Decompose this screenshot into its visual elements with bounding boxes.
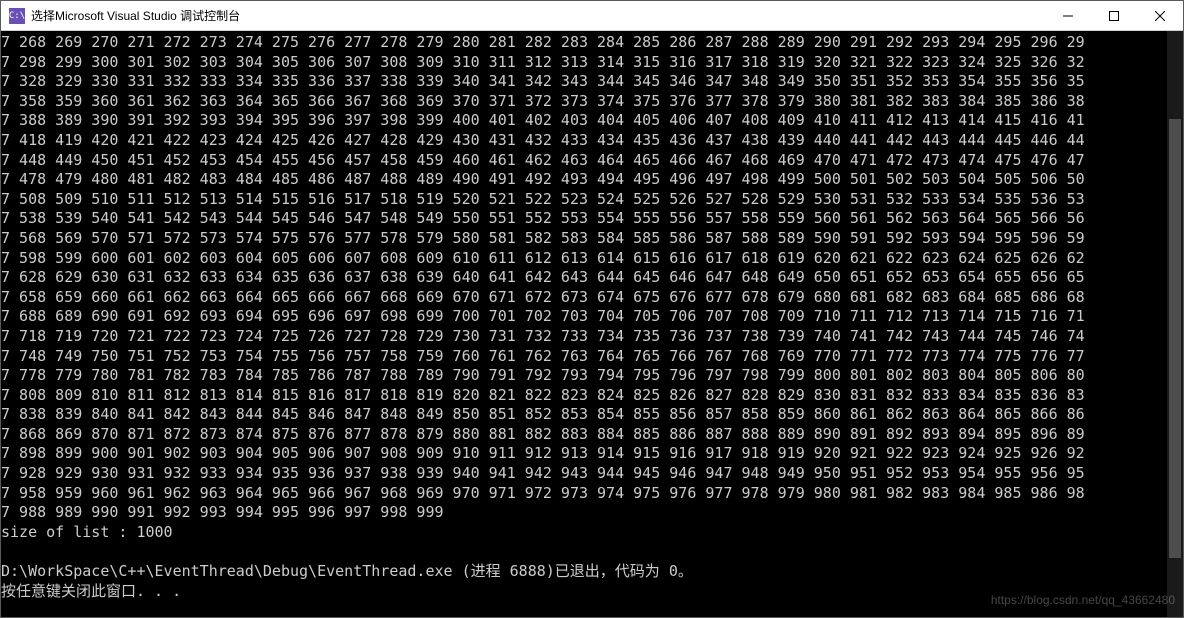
maximize-button[interactable]: [1091, 1, 1137, 30]
vertical-scrollbar[interactable]: [1167, 31, 1183, 617]
scroll-thumb[interactable]: [1169, 119, 1181, 559]
exit-status-line: D:\WorkSpace\C++\EventThread\Debug\Event…: [1, 562, 693, 580]
minimize-button[interactable]: [1045, 1, 1091, 30]
maximize-icon: [1109, 11, 1119, 21]
console-output[interactable]: 7 268 269 270 271 272 273 274 275 276 27…: [1, 31, 1167, 617]
app-icon: C:\: [9, 8, 25, 24]
titlebar[interactable]: C:\ 选择Microsoft Visual Studio 调试控制台: [1, 1, 1183, 31]
press-any-key-prompt: 按任意键关闭此窗口. . .: [1, 582, 181, 600]
window-controls: [1045, 1, 1183, 30]
minimize-icon: [1063, 11, 1073, 21]
close-icon: [1155, 11, 1165, 21]
window-title: 选择Microsoft Visual Studio 调试控制台: [31, 7, 1045, 24]
console-window: C:\ 选择Microsoft Visual Studio 调试控制台 7 26…: [0, 0, 1184, 618]
console-area[interactable]: 7 268 269 270 271 272 273 274 275 276 27…: [1, 31, 1183, 617]
close-button[interactable]: [1137, 1, 1183, 30]
